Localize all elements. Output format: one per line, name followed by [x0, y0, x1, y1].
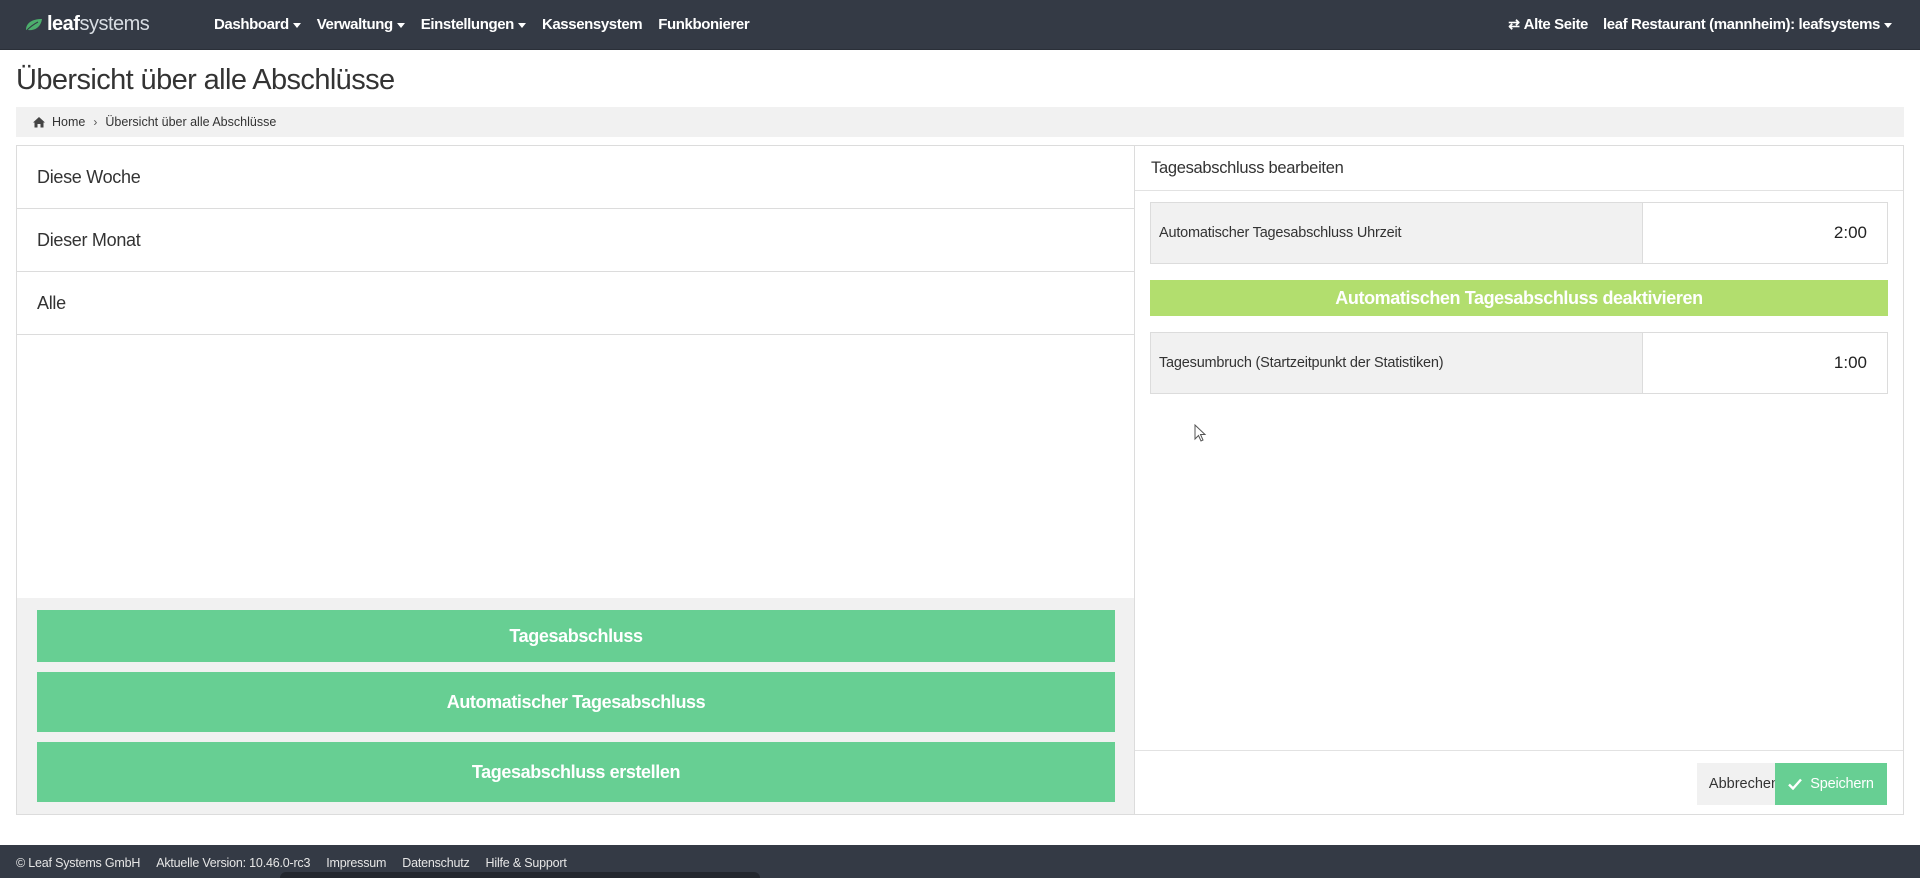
page-title: Übersicht über alle Abschlüsse — [16, 64, 395, 96]
home-icon — [33, 117, 45, 128]
nav-einstellungen[interactable]: Einstellungen — [421, 16, 526, 33]
breadcrumb: Home › Übersicht über alle Abschlüsse — [16, 107, 1904, 137]
save-button[interactable]: Speichern — [1775, 763, 1887, 805]
check-icon — [1788, 778, 1803, 790]
brand-name-part1: leaf — [47, 13, 80, 35]
automatic-daily-closing-button[interactable]: Automatischer Tagesabschluss — [37, 672, 1115, 732]
nav-funkbonierer-label: Funkbonierer — [658, 16, 750, 33]
top-navbar: leaf systems Dashboard Verwaltung Einstel… — [0, 0, 1920, 50]
brand-logo[interactable]: leaf systems — [24, 13, 184, 36]
caret-down-icon — [292, 23, 301, 28]
closing-actions: Tagesabschluss Automatischer Tagesabschl… — [17, 598, 1134, 814]
day-break-input[interactable]: 1:00 — [1643, 333, 1887, 393]
leaf-icon — [25, 18, 42, 31]
account-label: leaf Restaurant (mannheim): leafsystems — [1603, 16, 1880, 33]
edit-closing-panel: Tagesabschluss bearbeiten Automatischer … — [1134, 145, 1904, 815]
deactivate-auto-closing-button[interactable]: Automatischen Tagesabschluss deaktiviere… — [1150, 280, 1888, 316]
chevron-right-icon: › — [93, 115, 98, 129]
alte-seite-label: Alte Seite — [1523, 16, 1589, 33]
main-nav: Dashboard Verwaltung Einstellungen Kasse… — [214, 16, 765, 33]
auto-closing-time-label: Automatischer Tagesabschluss Uhrzeit — [1151, 203, 1643, 263]
closings-list-panel: Diese Woche Dieser Monat Alle Tagesabsch… — [16, 145, 1135, 815]
nav-kassensystem[interactable]: Kassensystem — [541, 16, 643, 33]
caret-down-icon — [517, 23, 526, 28]
page-footer: © Leaf Systems GmbH Aktuelle Version: 10… — [0, 845, 1920, 878]
overlay-tab — [280, 872, 760, 878]
create-daily-closing-button[interactable]: Tagesabschluss erstellen — [37, 742, 1115, 802]
day-break-row: Tagesumbruch (Startzeitpunkt der Statist… — [1150, 332, 1888, 394]
caret-down-icon — [1884, 23, 1892, 28]
auto-closing-time-input[interactable]: 2:00 — [1643, 203, 1887, 263]
breadcrumb-home[interactable]: Home — [52, 115, 85, 129]
edit-panel-title: Tagesabschluss bearbeiten — [1135, 146, 1903, 191]
nav-einstellungen-label: Einstellungen — [420, 16, 515, 33]
account-dropdown[interactable]: leaf Restaurant (mannheim): leafsystems — [1603, 16, 1892, 33]
nav-verwaltung[interactable]: Verwaltung — [317, 16, 405, 33]
nav-dashboard[interactable]: Dashboard — [214, 16, 301, 33]
footer-copyright: © Leaf Systems GmbH — [16, 856, 141, 870]
alte-seite-link[interactable]: ⇄ Alte Seite — [1508, 16, 1588, 33]
edit-panel-footer: Abbrechen Speichern — [1135, 750, 1903, 815]
period-item-this-month[interactable]: Dieser Monat — [17, 209, 1134, 272]
period-item-this-week[interactable]: Diese Woche — [17, 146, 1134, 209]
nav-funkbonierer[interactable]: Funkbonierer — [658, 16, 749, 33]
auto-closing-time-row: Automatischer Tagesabschluss Uhrzeit 2:0… — [1150, 202, 1888, 264]
footer-version: Aktuelle Version: 10.46.0-rc3 — [156, 856, 311, 870]
save-button-label: Speichern — [1810, 776, 1874, 792]
swap-arrows-icon: ⇄ — [1508, 16, 1520, 32]
footer-datenschutz-link[interactable]: Datenschutz — [402, 856, 469, 870]
nav-dashboard-label: Dashboard — [214, 16, 289, 33]
mouse-pointer-icon — [1194, 424, 1207, 442]
nav-kassensystem-label: Kassensystem — [541, 16, 643, 33]
daily-closing-button[interactable]: Tagesabschluss — [37, 610, 1115, 662]
footer-support-link[interactable]: Hilfe & Support — [486, 856, 567, 870]
breadcrumb-current: Übersicht über alle Abschlüsse — [105, 115, 277, 129]
footer-impressum-link[interactable]: Impressum — [326, 856, 386, 870]
brand-name-part2: systems — [79, 13, 150, 35]
period-item-all[interactable]: Alle — [17, 272, 1134, 335]
caret-down-icon — [396, 23, 405, 28]
day-break-label: Tagesumbruch (Startzeitpunkt der Statist… — [1151, 333, 1643, 393]
nav-right: ⇄ Alte Seite leaf Restaurant (mannheim):… — [1493, 0, 1892, 49]
nav-verwaltung-label: Verwaltung — [316, 16, 393, 33]
